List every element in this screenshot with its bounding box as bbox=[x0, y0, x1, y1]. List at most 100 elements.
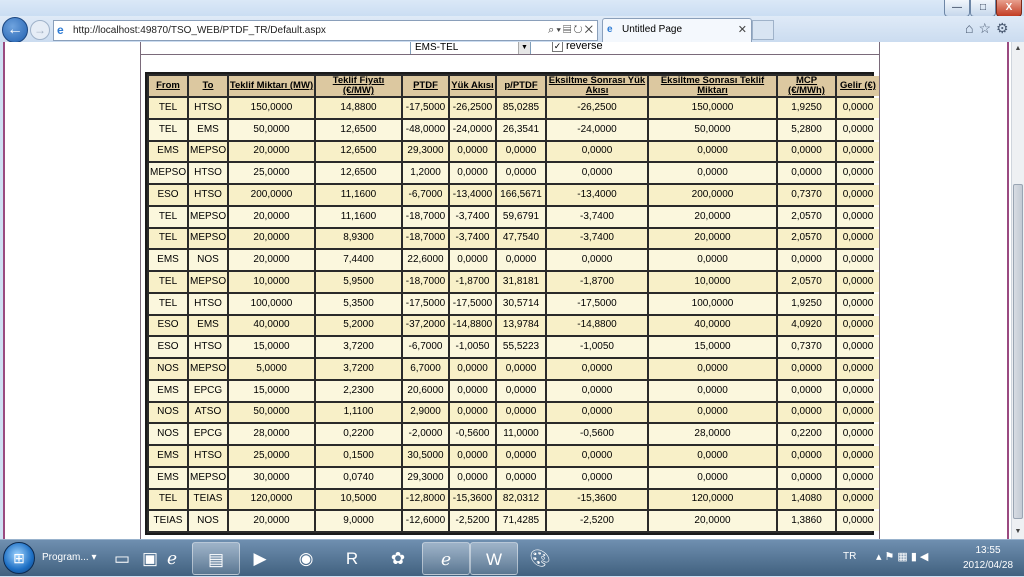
table-cell: 15,0000 bbox=[229, 337, 314, 357]
settings-gear-icon[interactable]: ⚙ bbox=[996, 20, 1014, 36]
volume-icon[interactable]: ◀ bbox=[920, 551, 931, 563]
address-url[interactable]: http://localhost:49870/TSO_WEB/PTDF_TR/D… bbox=[73, 21, 326, 40]
program-menu-button[interactable]: Program... ▾ bbox=[42, 546, 98, 570]
table-cell: -26,2500 bbox=[547, 98, 647, 118]
table-cell: 22,6000 bbox=[403, 250, 448, 270]
column-header[interactable]: p/PTDF bbox=[497, 76, 545, 96]
table-cell: 50,0000 bbox=[649, 119, 776, 140]
table-cell: 30,0000 bbox=[229, 467, 314, 488]
compat-view-icon[interactable]: ▤ bbox=[563, 24, 573, 36]
table-cell: -15,3600 bbox=[450, 489, 495, 510]
minimize-button[interactable]: — bbox=[944, 0, 970, 17]
table-cell: -3,7400 bbox=[547, 228, 647, 249]
new-tab-button[interactable] bbox=[752, 20, 774, 40]
table-cell: 6,7000 bbox=[403, 359, 448, 379]
column-header[interactable]: Teklif Miktarı (MW) bbox=[229, 76, 314, 96]
paint-app-icon[interactable]: ✿ bbox=[374, 542, 422, 575]
table-cell: -13,4000 bbox=[450, 185, 495, 205]
table-cell: 0,0000 bbox=[450, 380, 495, 401]
column-header[interactable]: Eksiltme Sonrası Teklif Miktarı bbox=[649, 76, 776, 96]
table-cell: 150,0000 bbox=[649, 98, 776, 118]
signal-icon[interactable]: ▮ bbox=[911, 551, 920, 563]
table-cell: EMS bbox=[149, 141, 187, 162]
table-cell: 0,0000 bbox=[778, 380, 835, 401]
column-header[interactable]: Yük Akısı bbox=[450, 76, 495, 96]
table-cell: 20,0000 bbox=[649, 511, 776, 531]
table-cell: -1,8700 bbox=[450, 272, 495, 292]
table-cell: 0,0000 bbox=[778, 359, 835, 379]
word-icon[interactable]: W bbox=[470, 542, 518, 575]
table-cell: 0,0000 bbox=[837, 467, 879, 488]
stop-icon[interactable]: ✕ bbox=[585, 24, 595, 36]
back-button[interactable]: ← bbox=[2, 17, 28, 43]
table-cell: 0,0000 bbox=[837, 424, 879, 444]
start-button[interactable]: ⊞ bbox=[3, 542, 35, 574]
column-header[interactable]: MCP (€/MWh) bbox=[778, 76, 835, 96]
table-cell: 0,0000 bbox=[649, 402, 776, 423]
close-window-button[interactable]: X bbox=[996, 0, 1022, 17]
table-cell: 0,0740 bbox=[316, 467, 401, 488]
table-cell: 10,0000 bbox=[229, 272, 314, 292]
media-player-icon[interactable]: ▶ bbox=[236, 542, 284, 575]
internet-explorer-active-icon[interactable]: ℯ bbox=[422, 542, 470, 575]
maximize-button[interactable]: □ bbox=[970, 0, 996, 17]
tab-close-icon[interactable]: ✕ bbox=[738, 19, 747, 41]
table-cell: -2,5200 bbox=[547, 511, 647, 531]
table-cell: -0,5600 bbox=[547, 424, 647, 444]
scroll-up-arrow-icon[interactable]: ▲ bbox=[1012, 42, 1024, 56]
scroll-down-arrow-icon[interactable]: ▼ bbox=[1012, 525, 1024, 539]
rekall-icon[interactable]: R bbox=[328, 542, 376, 575]
clock-time[interactable]: 13:55 bbox=[958, 545, 1018, 556]
table-cell: TEL bbox=[149, 293, 187, 314]
table-row: TEL MEPSO 10,0000 5,9500 -18,7000 -1,8700 31,8… bbox=[149, 272, 879, 292]
table-cell: -18,7000 bbox=[403, 228, 448, 249]
table-cell: 120,0000 bbox=[229, 489, 314, 510]
table-cell: EMS bbox=[149, 446, 187, 466]
address-bar[interactable]: e http://localhost:49870/TSO_WEB/PTDF_TR… bbox=[53, 20, 598, 41]
tray-expand-icon[interactable]: ▴ bbox=[876, 551, 885, 563]
table-cell: MEPSO bbox=[189, 206, 227, 227]
internet-explorer-icon[interactable]: ℯ bbox=[148, 542, 196, 575]
column-header[interactable]: Eksiltme Sonrası Yük Akısı bbox=[547, 76, 647, 96]
dropdown-icon[interactable]: ▾ bbox=[556, 24, 563, 36]
table-cell: 0,0000 bbox=[497, 467, 545, 488]
firefox-icon[interactable]: ◉ bbox=[282, 542, 330, 575]
clock-date[interactable]: 2012/04/28 bbox=[958, 560, 1018, 571]
scroll-thumb[interactable] bbox=[1013, 184, 1023, 519]
refresh-icon[interactable]: ↻ bbox=[573, 24, 584, 36]
table-cell: -17,5000 bbox=[403, 293, 448, 314]
table-row: ESO HTSO 200,0000 11,1600 -6,7000 -13,4000 166… bbox=[149, 185, 879, 205]
table-cell: -3,7400 bbox=[547, 206, 647, 227]
forward-button[interactable]: → bbox=[30, 20, 50, 40]
paint-palette-icon[interactable]: 🎨︎ bbox=[516, 542, 564, 575]
table-cell: 0,0000 bbox=[837, 163, 879, 183]
home-icon[interactable]: ⌂ bbox=[965, 20, 978, 36]
table-cell: 30,5000 bbox=[403, 446, 448, 466]
language-indicator[interactable]: TR bbox=[843, 551, 856, 562]
table-cell: 15,0000 bbox=[649, 337, 776, 357]
column-header[interactable]: Gelir (€) bbox=[837, 76, 879, 96]
reverse-checkbox[interactable]: ✓ bbox=[552, 42, 563, 52]
table-cell: 20,6000 bbox=[403, 380, 448, 401]
table-cell: 2,0570 bbox=[778, 272, 835, 292]
favorites-star-icon[interactable]: ☆ bbox=[978, 20, 996, 36]
table-cell: 5,9500 bbox=[316, 272, 401, 292]
table-cell: 71,4285 bbox=[497, 511, 545, 531]
network-icon[interactable]: ▦ bbox=[897, 551, 910, 563]
table-cell: 200,0000 bbox=[649, 185, 776, 205]
results-table-container: From To Teklif Miktarı (MW) Teklif Fiyatı (… bbox=[145, 72, 879, 535]
chevron-down-icon[interactable]: ▼ bbox=[518, 42, 530, 54]
table-cell: -3,7400 bbox=[450, 228, 495, 249]
file-explorer-icon[interactable]: ▤ bbox=[192, 542, 240, 575]
column-header[interactable]: PTDF bbox=[403, 76, 448, 96]
table-cell: MEPSO bbox=[189, 467, 227, 488]
table-cell: 0,0000 bbox=[778, 163, 835, 183]
column-header[interactable]: To bbox=[189, 76, 227, 96]
table-cell: 55,5223 bbox=[497, 337, 545, 357]
column-header[interactable]: From bbox=[149, 76, 187, 96]
table-cell: 0,0000 bbox=[837, 315, 879, 336]
tab-untitled-page[interactable]: e Untitled Page ✕ bbox=[602, 18, 752, 42]
flag-icon[interactable]: ⚑ bbox=[885, 551, 898, 563]
vertical-scrollbar[interactable]: ▲ ▼ bbox=[1011, 42, 1024, 539]
column-header[interactable]: Teklif Fiyatı (€/MW) bbox=[316, 76, 401, 96]
